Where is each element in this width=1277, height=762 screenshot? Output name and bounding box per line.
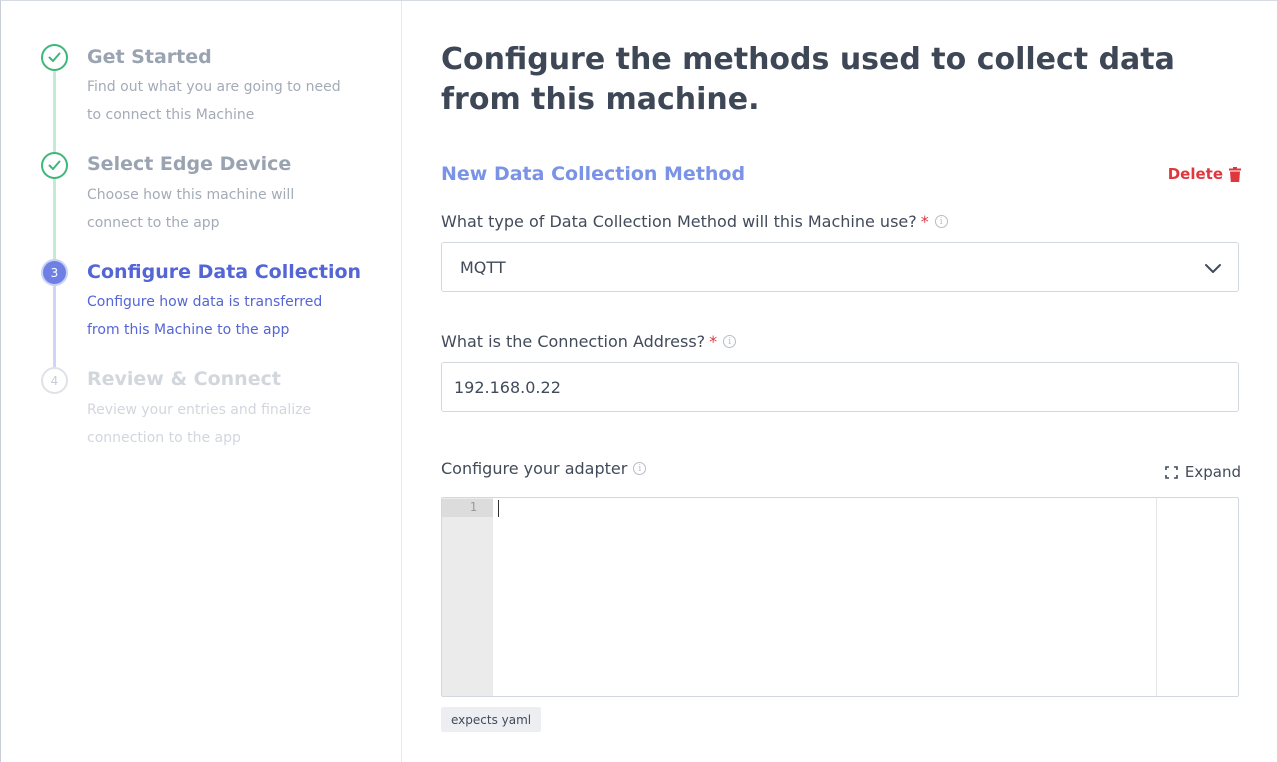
method-type-value: MQTT [460, 257, 506, 277]
check-circle-icon [41, 44, 68, 71]
delete-label: Delete [1167, 165, 1223, 183]
line-number: 1 [469, 500, 477, 514]
print-margin [1156, 498, 1157, 696]
method-type-question: What type of Data Collection Method will… [441, 212, 917, 231]
step-connector [53, 69, 56, 157]
step-title: Configure Data Collection [87, 261, 362, 283]
step-title: Review & Connect [87, 368, 281, 390]
step-connector [53, 178, 56, 264]
info-icon[interactable]: i [723, 335, 737, 348]
trash-icon [1229, 166, 1241, 182]
connection-address-question: What is the Connection Address? [441, 332, 706, 351]
connection-address-label: What is the Connection Address? * i [441, 332, 737, 351]
info-icon[interactable]: i [934, 215, 948, 228]
chevron-down-icon [1205, 264, 1221, 273]
step-number-badge: 3 [41, 259, 68, 286]
method-type-label: What type of Data Collection Method will… [441, 212, 948, 231]
editor-gutter: 1 [442, 498, 493, 696]
check-circle-icon [41, 152, 68, 179]
active-line-highlight [442, 499, 493, 517]
step-number-badge: 4 [41, 367, 68, 394]
stepper-sidebar: Get Started Find out what you are going … [1, 1, 402, 762]
step-description: Configure how data is transferred from t… [87, 294, 323, 338]
expand-label: Expand [1184, 463, 1241, 481]
editor-text-area[interactable] [493, 498, 1156, 696]
adapter-label: Configure your adapter i [441, 459, 647, 478]
text-cursor [498, 500, 499, 517]
connection-address-input[interactable] [441, 362, 1239, 412]
adapter-label-text: Configure your adapter [441, 459, 628, 478]
step-title: Get Started [87, 46, 212, 68]
expand-button[interactable]: Expand [1165, 463, 1241, 481]
info-icon[interactable]: i [633, 462, 647, 475]
step-description: Review your entries and finalize connect… [87, 402, 312, 446]
yaml-code-editor[interactable]: 1 [441, 497, 1239, 697]
method-type-select[interactable]: MQTT [441, 242, 1239, 292]
step-description: Find out what you are going to need to c… [87, 79, 341, 123]
step-description: Choose how this machine will connect to … [87, 187, 295, 231]
required-asterisk: * [709, 332, 718, 351]
step-title: Select Edge Device [87, 153, 292, 175]
required-asterisk: * [920, 212, 929, 231]
expand-icon [1165, 465, 1178, 479]
section-title: New Data Collection Method [441, 163, 746, 185]
delete-button[interactable]: Delete [1168, 165, 1241, 183]
page-title: Configure the methods used to collect da… [441, 42, 1175, 117]
format-badge: expects yaml [441, 707, 542, 732]
step-connector [53, 285, 56, 371]
